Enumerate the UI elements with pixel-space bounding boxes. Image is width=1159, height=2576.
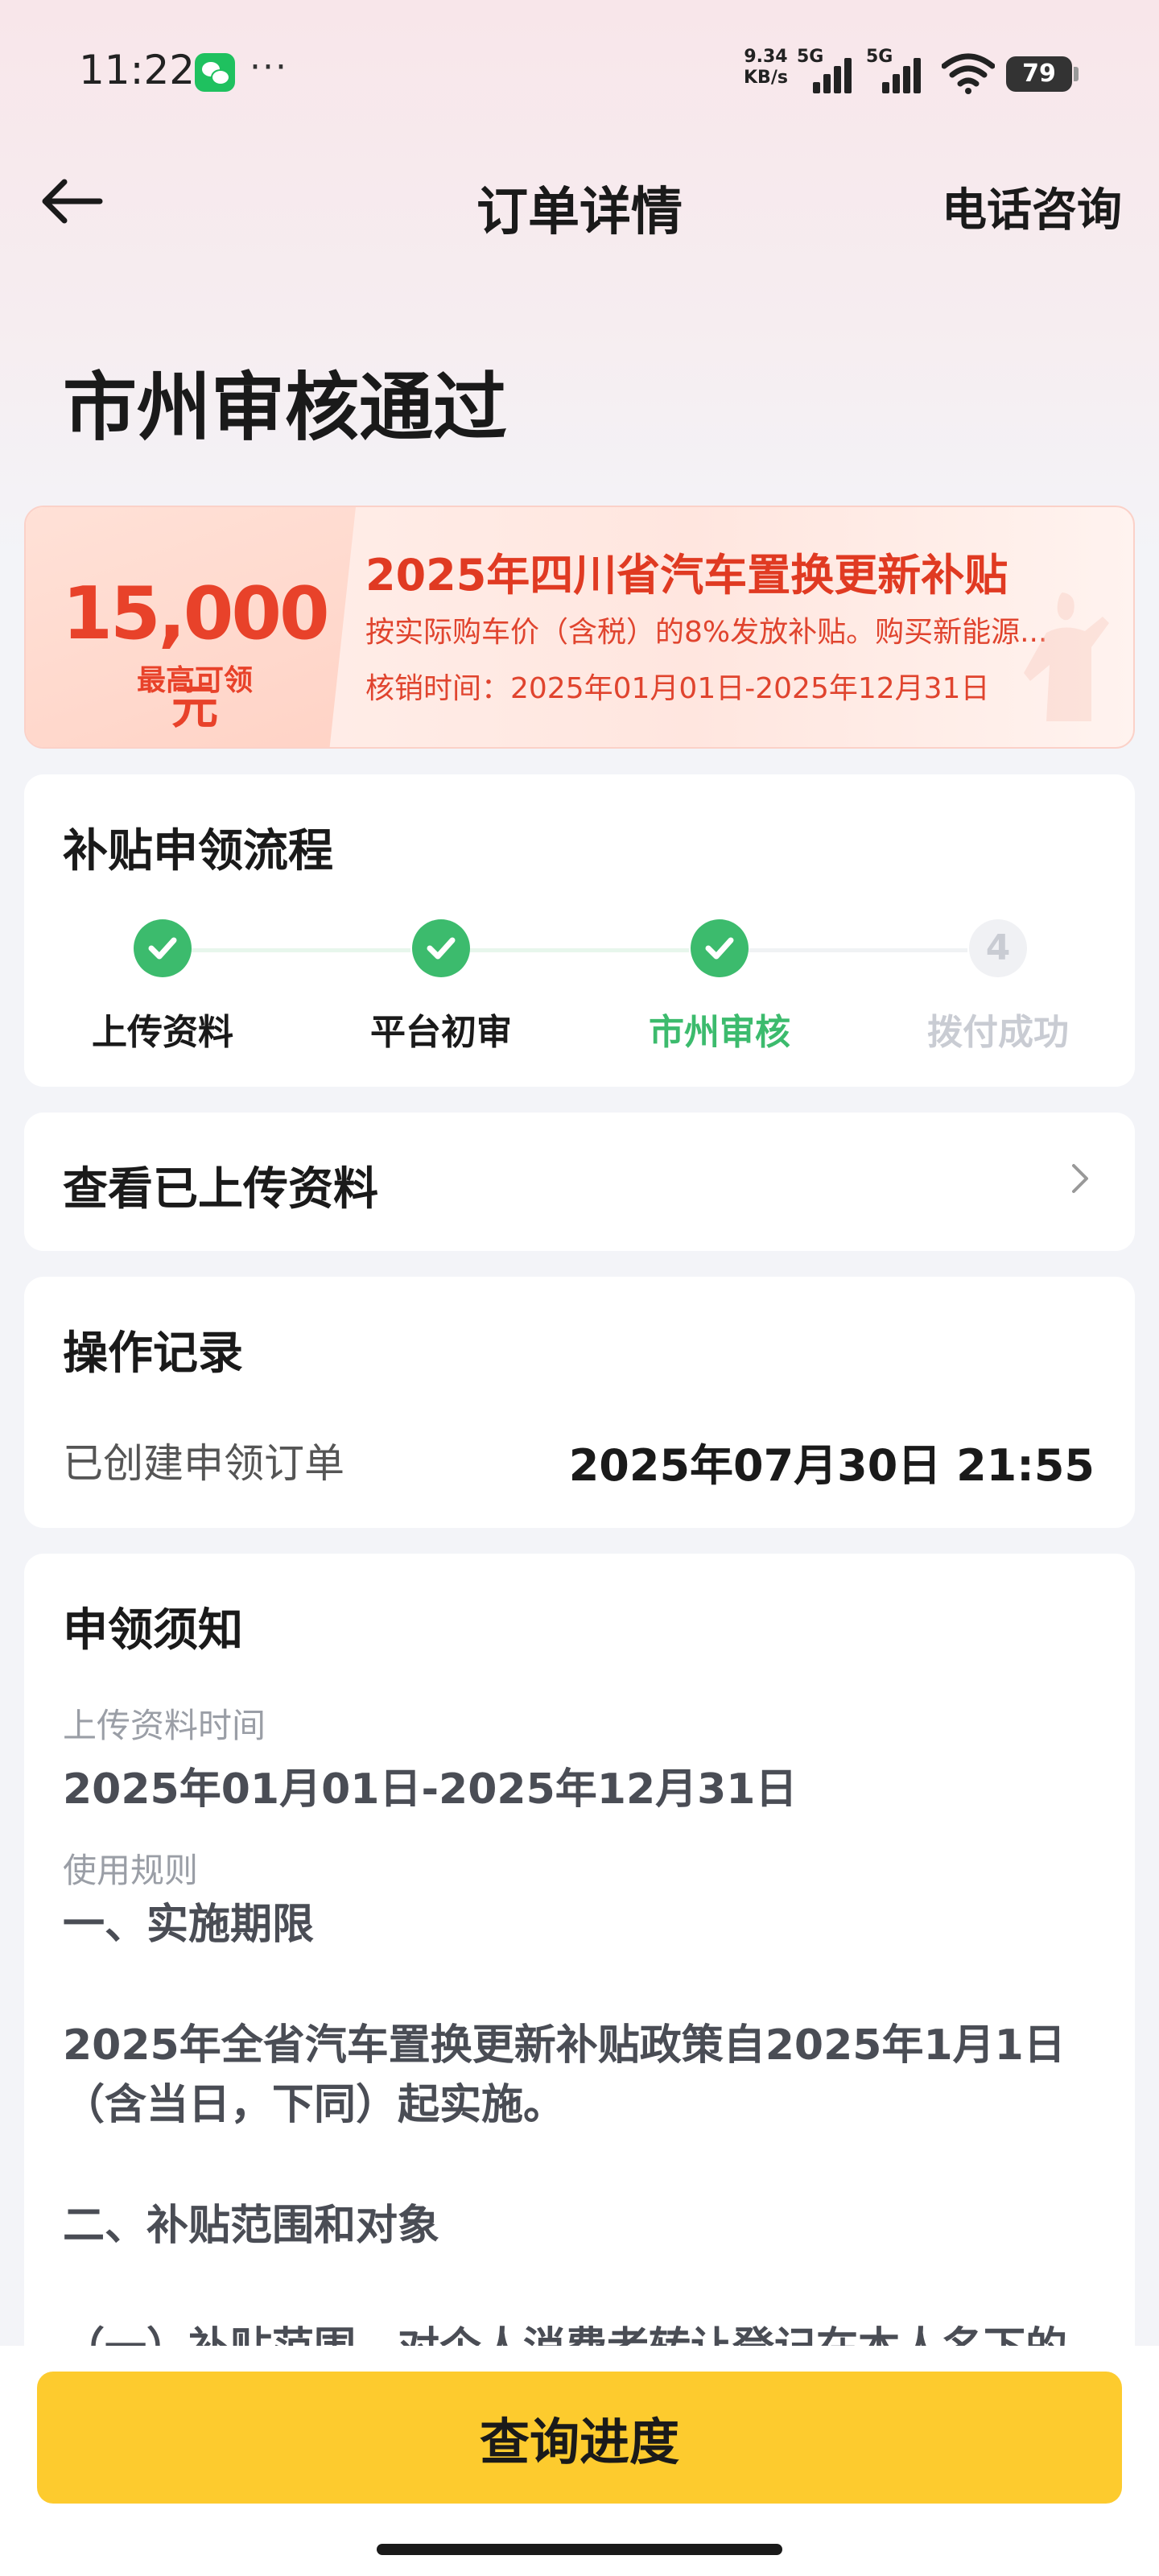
notice-title: 申领须知 [63,1604,243,1657]
wifi-icon [942,53,995,94]
step-number: 4 [969,919,1027,977]
bottom-action-bar: 查询进度 [0,2346,1159,2576]
home-indicator[interactable] [377,2544,782,2555]
record-label: 已创建申领订单 [63,1440,344,1487]
rules-heading-1: 一、实施期限 [63,1901,315,1949]
records-title: 操作记录 [63,1327,243,1380]
net-speed: 9.34 KB/s [744,47,788,89]
step-label: 市州审核 [649,1012,790,1053]
rules-label: 使用规则 [63,1851,199,1890]
rules-heading-2: 二、补贴范围和对象 [63,2202,440,2250]
subsidy-title: 2025年四川省汽车置换更新补贴 [365,550,1008,601]
more-notifications-icon: ··· [250,47,288,88]
status-bar: 11:22 ··· 9.34 KB/s 5G 5G 79 [0,0,1159,145]
view-uploaded-materials[interactable]: 查看已上传资料 [24,1113,1135,1251]
uploaded-materials-label: 查看已上传资料 [63,1163,378,1216]
signal-icon: 5G [797,47,853,95]
application-notice-card: 申领须知 上传资料时间 2025年01月01日-2025年12月31日 使用规则… [24,1554,1135,2383]
net-speed-value: 9.34 [744,47,788,67]
step-label: 上传资料 [92,1012,233,1053]
wechat-icon [195,53,235,92]
nav-bar: 订单详情 电话咨询 [0,153,1159,250]
upload-time-label: 上传资料时间 [63,1706,266,1745]
order-status-title: 市州审核通过 [63,365,508,451]
step-label: 拨付成功 [927,1012,1069,1053]
process-step-city-review: 市州审核 [623,919,816,1053]
process-title: 补贴申领流程 [63,825,333,877]
battery-icon: 79 [1006,56,1079,92]
check-icon [691,919,749,977]
step-label: 平台初审 [370,1012,512,1053]
sim2-network-type: 5G [866,47,893,67]
subsidy-description: 按实际购车价（含税）的8%发放补贴。购买新能源... [365,616,1048,649]
check-icon [134,919,192,977]
decorative-figure-icon [1024,592,1109,721]
query-progress-button[interactable]: 查询进度 [37,2372,1122,2504]
subsidy-banner[interactable]: 15,000元 最高可领 2025年四川省汽车置换更新补贴 按实际购车价（含税）… [24,506,1135,749]
rules-paragraph-1: 2025年全省汽车置换更新补贴政策自2025年1月1日（含当日，下同）起实施。 [63,2021,1066,2129]
signal-icon: 5G [866,47,922,95]
subsidy-amount: 15,000元 [62,572,329,734]
process-step-upload: 上传资料 [66,919,259,1053]
record-time: 2025年07月30日 21:55 [568,1440,1095,1491]
operation-records-card: 操作记录 已创建申领订单 2025年07月30日 21:55 [24,1277,1135,1528]
chevron-right-icon [1072,1164,1088,1193]
phone-consult-button[interactable]: 电话咨询 [942,174,1122,239]
check-icon [412,919,470,977]
subsidy-amount-label: 最高可领 [136,664,253,697]
status-time: 11:22 [79,47,196,93]
process-step-payment: 4 拨付成功 [901,919,1095,1053]
process-step-platform-review: 平台初审 [344,919,538,1053]
net-speed-unit: KB/s [744,68,788,88]
subsidy-validity: 核销时间：2025年01月01日-2025年12月31日 [365,672,990,705]
upload-time-value: 2025年01月01日-2025年12月31日 [63,1765,798,1814]
sim1-network-type: 5G [797,47,824,67]
